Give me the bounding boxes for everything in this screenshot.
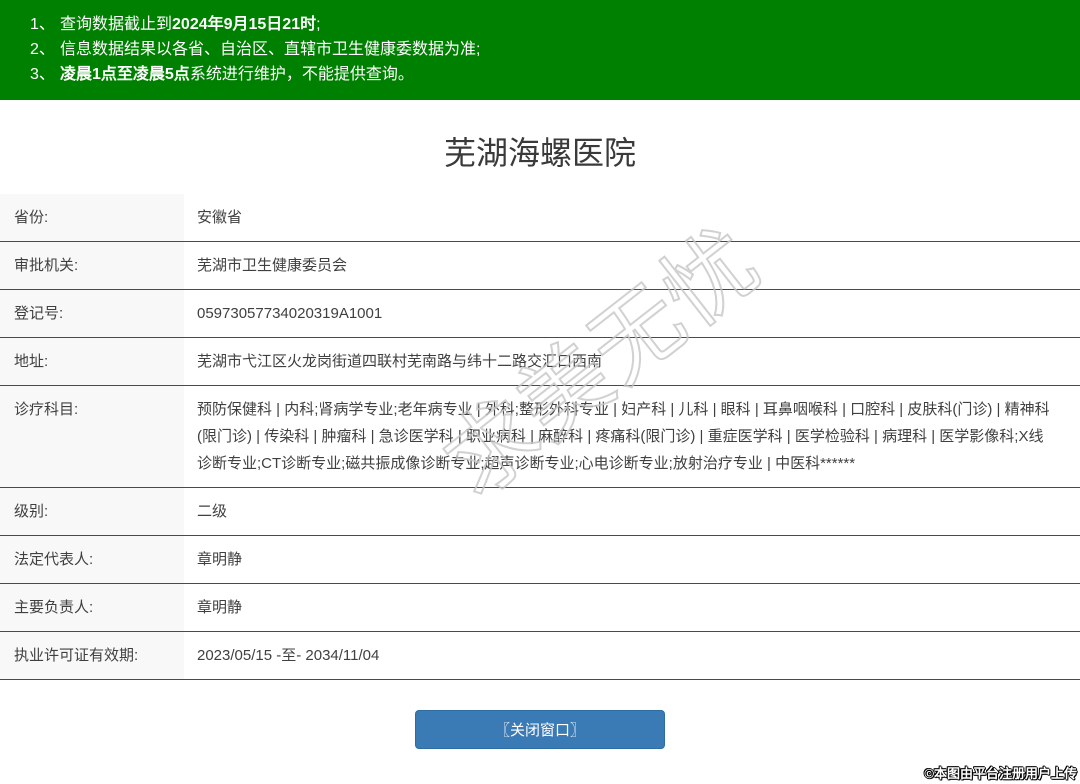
row-value: 安徽省 <box>197 209 243 226</box>
row-label: 法定代表人: <box>0 536 184 583</box>
notice-number: 3、 <box>30 66 55 83</box>
row-label: 执业许可证有效期: <box>0 632 184 679</box>
row-label: 级别: <box>0 488 184 535</box>
row-value: 章明静 <box>197 599 243 616</box>
row-value: 二级 <box>197 503 228 520</box>
table-row: 审批机关: 芜湖市卫生健康委员会 <box>0 242 1080 290</box>
footer-bar: 〖关闭窗口〗 <box>0 680 1080 749</box>
table-row: 执业许可证有效期: 2023/05/15 -至- 2034/11/04 <box>0 632 1080 680</box>
detail-rows: 省份: 安徽省 审批机关: 芜湖市卫生健康委员会 登记号: 059730577340203… <box>0 194 1080 680</box>
notice-number: 1、 <box>30 16 55 33</box>
notice-line: 1、 查询数据截止到2024年9月15日21时; <box>30 12 1060 37</box>
table-row: 地址: 芜湖市弋江区火龙岗街道四联村芜南路与纬十二路交汇口西南 <box>0 338 1080 386</box>
row-value: 2023/05/15 -至- 2034/11/04 <box>197 647 380 664</box>
row-label: 审批机关: <box>0 242 184 289</box>
row-label: 登记号: <box>0 290 184 337</box>
notice-text: 查询数据截止到2024年9月15日21时; <box>60 16 321 33</box>
row-value: 章明静 <box>197 551 243 568</box>
row-label: 地址: <box>0 338 184 385</box>
upload-credit-label: ©本图由平台注册用户上传 <box>924 766 1077 781</box>
notice-list: 1、 查询数据截止到2024年9月15日21时; 2、 信息数据结果以各省、自治区、直… <box>30 12 1060 87</box>
page-title: 芜湖海螺医院 <box>443 135 636 171</box>
notice-banner: 1、 查询数据截止到2024年9月15日21时; 2、 信息数据结果以各省、自治区、直… <box>0 0 1080 100</box>
row-value: 芜湖市弋江区火龙岗街道四联村芜南路与纬十二路交汇口西南 <box>197 353 603 370</box>
table-row: 主要负责人: 章明静 <box>0 584 1080 632</box>
row-value: 05973057734020319A1001 <box>197 305 383 322</box>
notice-text: 凌晨1点至凌晨5点系统进行维护，不能提供查询。 <box>60 66 414 83</box>
detail-table: 省份: 安徽省 审批机关: 芜湖市卫生健康委员会 登记号: 059730577340203… <box>0 194 1080 680</box>
row-label: 省份: <box>0 194 184 241</box>
row-label: 诊疗科目: <box>0 386 184 487</box>
row-label: 主要负责人: <box>0 584 184 631</box>
notice-line: 2、 信息数据结果以各省、自治区、直辖市卫生健康委数据为准; <box>30 37 1060 62</box>
table-row: 诊疗科目: 预防保健科 | 内科;肾病学专业;老年病专业 | 外科;整形外科专业 … <box>0 386 1080 488</box>
row-value: 芜湖市卫生健康委员会 <box>197 257 348 274</box>
table-row: 省份: 安徽省 <box>0 194 1080 242</box>
notice-line: 3、 凌晨1点至凌晨5点系统进行维护，不能提供查询。 <box>30 62 1060 87</box>
close-window-button[interactable]: 〖关闭窗口〗 <box>415 710 665 749</box>
notice-number: 2、 <box>30 41 55 58</box>
table-row: 级别: 二级 <box>0 488 1080 536</box>
table-row: 登记号: 05973057734020319A1001 <box>0 290 1080 338</box>
notice-text: 信息数据结果以各省、自治区、直辖市卫生健康委数据为准; <box>60 41 481 58</box>
table-row: 法定代表人: 章明静 <box>0 536 1080 584</box>
row-value: 预防保健科 | 内科;肾病学专业;老年病专业 | 外科;整形外科专业 | 妇产科… <box>197 401 1050 472</box>
